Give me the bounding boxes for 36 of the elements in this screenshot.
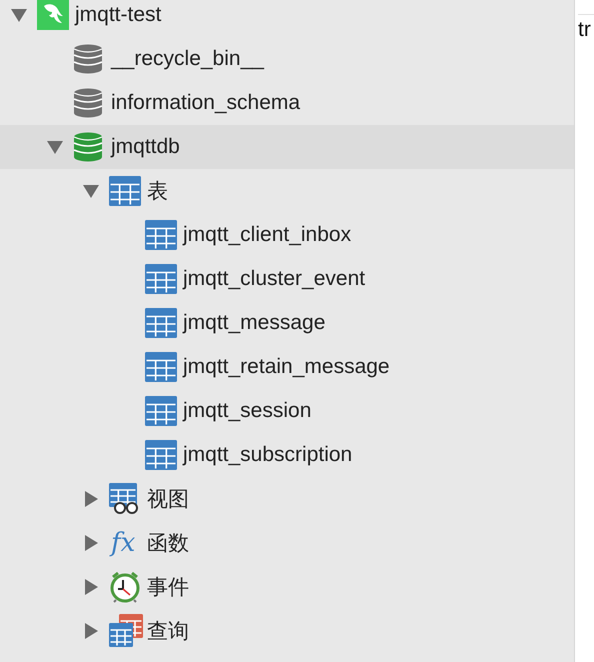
tree-item-label[interactable]: 表	[147, 177, 168, 205]
query-icon	[109, 614, 143, 648]
tree-item-label[interactable]: 函数	[147, 529, 189, 557]
disclosure-triangle[interactable]	[82, 182, 100, 200]
tree-item-label[interactable]: jmqttdb	[111, 135, 180, 159]
function-icon: fx	[111, 530, 136, 556]
editor-text: tr	[577, 17, 592, 42]
tree-item-label[interactable]: jmqtt_cluster_event	[183, 267, 366, 291]
disclosure-triangle[interactable]	[82, 622, 100, 640]
disclosure-triangle[interactable]	[10, 6, 28, 24]
logo-icon	[37, 0, 69, 30]
tree-item-label[interactable]: jmqtt_session	[183, 399, 312, 423]
selected-row-highlight[interactable]: jmqttdb	[0, 125, 574, 169]
tree-item-label[interactable]: information_schema	[111, 91, 300, 115]
tree-item-label[interactable]: jmqtt_subscription	[183, 443, 352, 467]
disclosure-triangle[interactable]	[82, 578, 100, 596]
disclosure-triangle[interactable]	[82, 534, 100, 552]
table-icon	[145, 308, 177, 338]
tree-item-label[interactable]: jmqtt_retain_message	[183, 355, 390, 379]
disclosure-triangle[interactable]	[82, 490, 100, 508]
table-icon	[145, 352, 177, 382]
tree-item-label[interactable]: 事件	[147, 573, 189, 601]
tree-item-label[interactable]: 查询	[147, 617, 189, 645]
alarm-clock-icon	[109, 571, 141, 603]
table-icon	[109, 176, 141, 206]
view-icon	[109, 483, 141, 515]
tree-item-label[interactable]: jmqtt_message	[183, 311, 326, 335]
tree-item-label[interactable]: __recycle_bin__	[111, 47, 264, 71]
table-icon	[145, 264, 177, 294]
disclosure-triangle[interactable]	[46, 138, 64, 156]
table-icon	[145, 220, 177, 250]
tree-item-label[interactable]: jmqtt_client_inbox	[183, 223, 352, 247]
table-icon	[145, 396, 177, 426]
tree-item-label[interactable]: 视图	[147, 485, 189, 513]
table-icon	[145, 440, 177, 470]
tree-item-label[interactable]: jmqtt-test	[75, 3, 162, 27]
